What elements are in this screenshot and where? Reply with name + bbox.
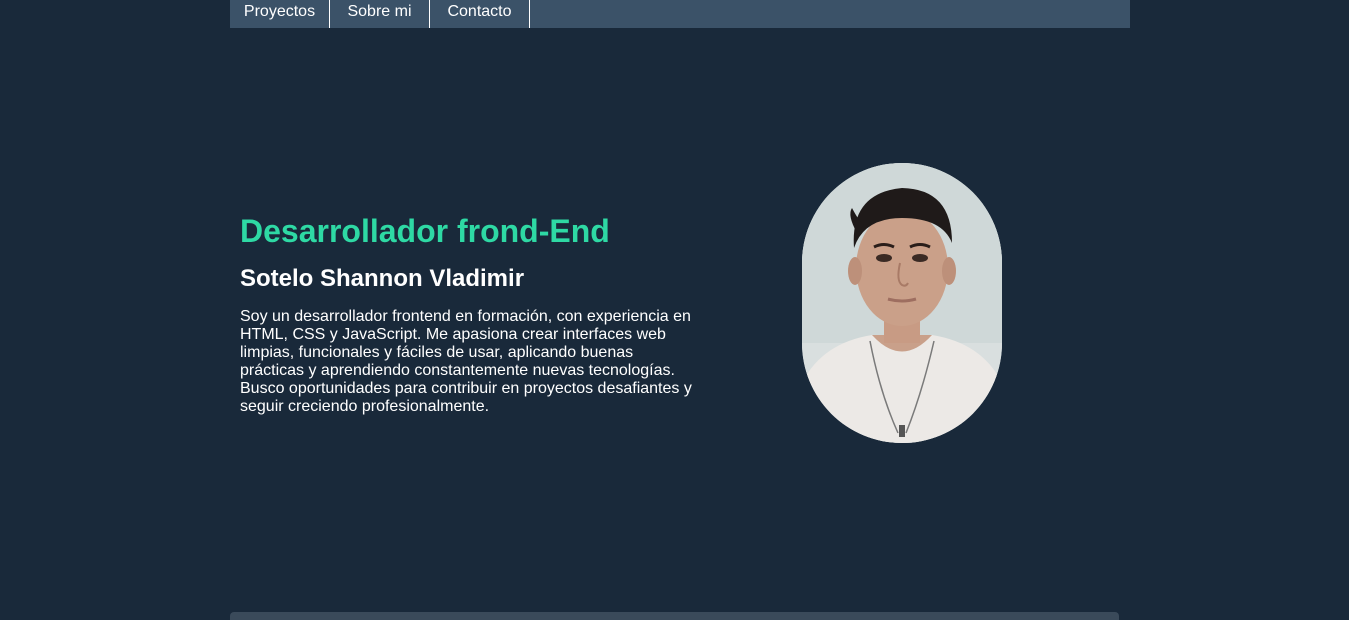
nav-item-proyectos[interactable]: Proyectos xyxy=(230,0,330,28)
nav-item-contacto[interactable]: Contacto xyxy=(430,0,530,28)
top-nav: Proyectos Sobre mi Contacto xyxy=(230,0,1130,28)
hero-title: Desarrollador frond-End xyxy=(240,213,610,249)
hero-name: Sotelo Shannon Vladimir xyxy=(240,265,525,292)
hero-bio: Soy un desarrollador frontend en formaci… xyxy=(240,308,692,415)
profile-photo xyxy=(802,163,1002,443)
nav-item-sobre-mi[interactable]: Sobre mi xyxy=(330,0,430,28)
footer-edge xyxy=(230,612,1119,620)
profile-photo-illustration xyxy=(802,163,1002,443)
